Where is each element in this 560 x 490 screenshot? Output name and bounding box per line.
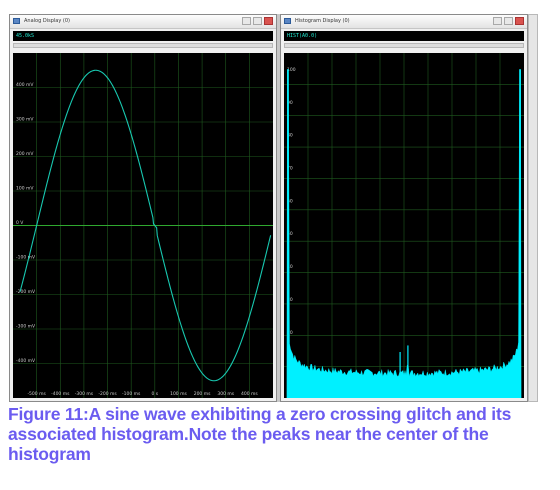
x-tick-label: -500 ms	[27, 391, 46, 397]
x-tick-label: -400 ms	[51, 391, 70, 397]
y-tick-label: 400 mV	[16, 82, 34, 88]
y-tick-label: 200 mV	[16, 151, 34, 157]
window-app-icon	[284, 18, 291, 24]
histogram-display-title: Histogram Display (0)	[295, 18, 350, 24]
close-button[interactable]	[515, 17, 524, 25]
y-tick-label: -200 mV	[16, 289, 36, 295]
histogram-chart: 100908070605040302010-0.4-0.3-0.2-0.100.…	[284, 53, 524, 398]
minimize-button[interactable]	[242, 17, 251, 25]
analog-readout: 45.0kS	[13, 31, 273, 41]
x-tick-label: -100 ms	[122, 391, 141, 397]
window-app-icon	[13, 18, 20, 24]
maximize-button[interactable]	[253, 17, 262, 25]
minimize-button[interactable]	[493, 17, 502, 25]
histogram-plot-area[interactable]: 100908070605040302010-0.4-0.3-0.2-0.100.…	[284, 53, 524, 398]
analog-horizontal-scrollbar[interactable]	[13, 43, 273, 48]
analog-display-title: Analog Display (0)	[24, 18, 70, 24]
x-tick-label: 300 ms	[217, 391, 234, 397]
maximize-button[interactable]	[504, 17, 513, 25]
x-tick-label: 400 ms	[241, 391, 258, 397]
x-tick-label: -300 ms	[75, 391, 94, 397]
close-button[interactable]	[264, 17, 273, 25]
y-tick-label: 100 mV	[16, 186, 34, 192]
y-tick-label: 300 mV	[16, 117, 34, 123]
x-tick-label: -200 ms	[98, 391, 117, 397]
x-tick-label: 200 ms	[194, 391, 211, 397]
sine-chart: 400 mV 300 mV 200 mV 100 mV 0 V -100 mV -200 m…	[13, 53, 273, 398]
x-tick-label: 0 s	[151, 391, 158, 397]
y-tick-label: 0 V	[16, 220, 24, 226]
histogram-readout: HIST(A0.0)	[284, 31, 524, 41]
analog-display-titlebar[interactable]: Analog Display (0)	[10, 15, 276, 29]
figure-caption: Figure 11:A sine wave exhibiting a zero …	[8, 404, 512, 464]
analog-plot-area[interactable]: 400 mV 300 mV 200 mV 100 mV 0 V -100 mV -200 m…	[13, 53, 273, 398]
histogram-display-titlebar[interactable]: Histogram Display (0)	[281, 15, 527, 29]
analog-display-window: Analog Display (0) 45.0kS 400 mV 300 mV 20…	[9, 14, 277, 402]
y-tick-label: -300 mV	[16, 324, 36, 330]
x-tick-label: 100 ms	[170, 391, 187, 397]
y-tick-label: -100 mV	[16, 255, 36, 261]
vertical-scrollbar[interactable]	[528, 14, 538, 402]
histogram-display-window: Histogram Display (0) HIST(A0.0) 100 90 80…	[280, 14, 528, 402]
histogram-horizontal-scrollbar[interactable]	[284, 43, 524, 48]
y-tick-label: -400 mV	[16, 358, 36, 364]
